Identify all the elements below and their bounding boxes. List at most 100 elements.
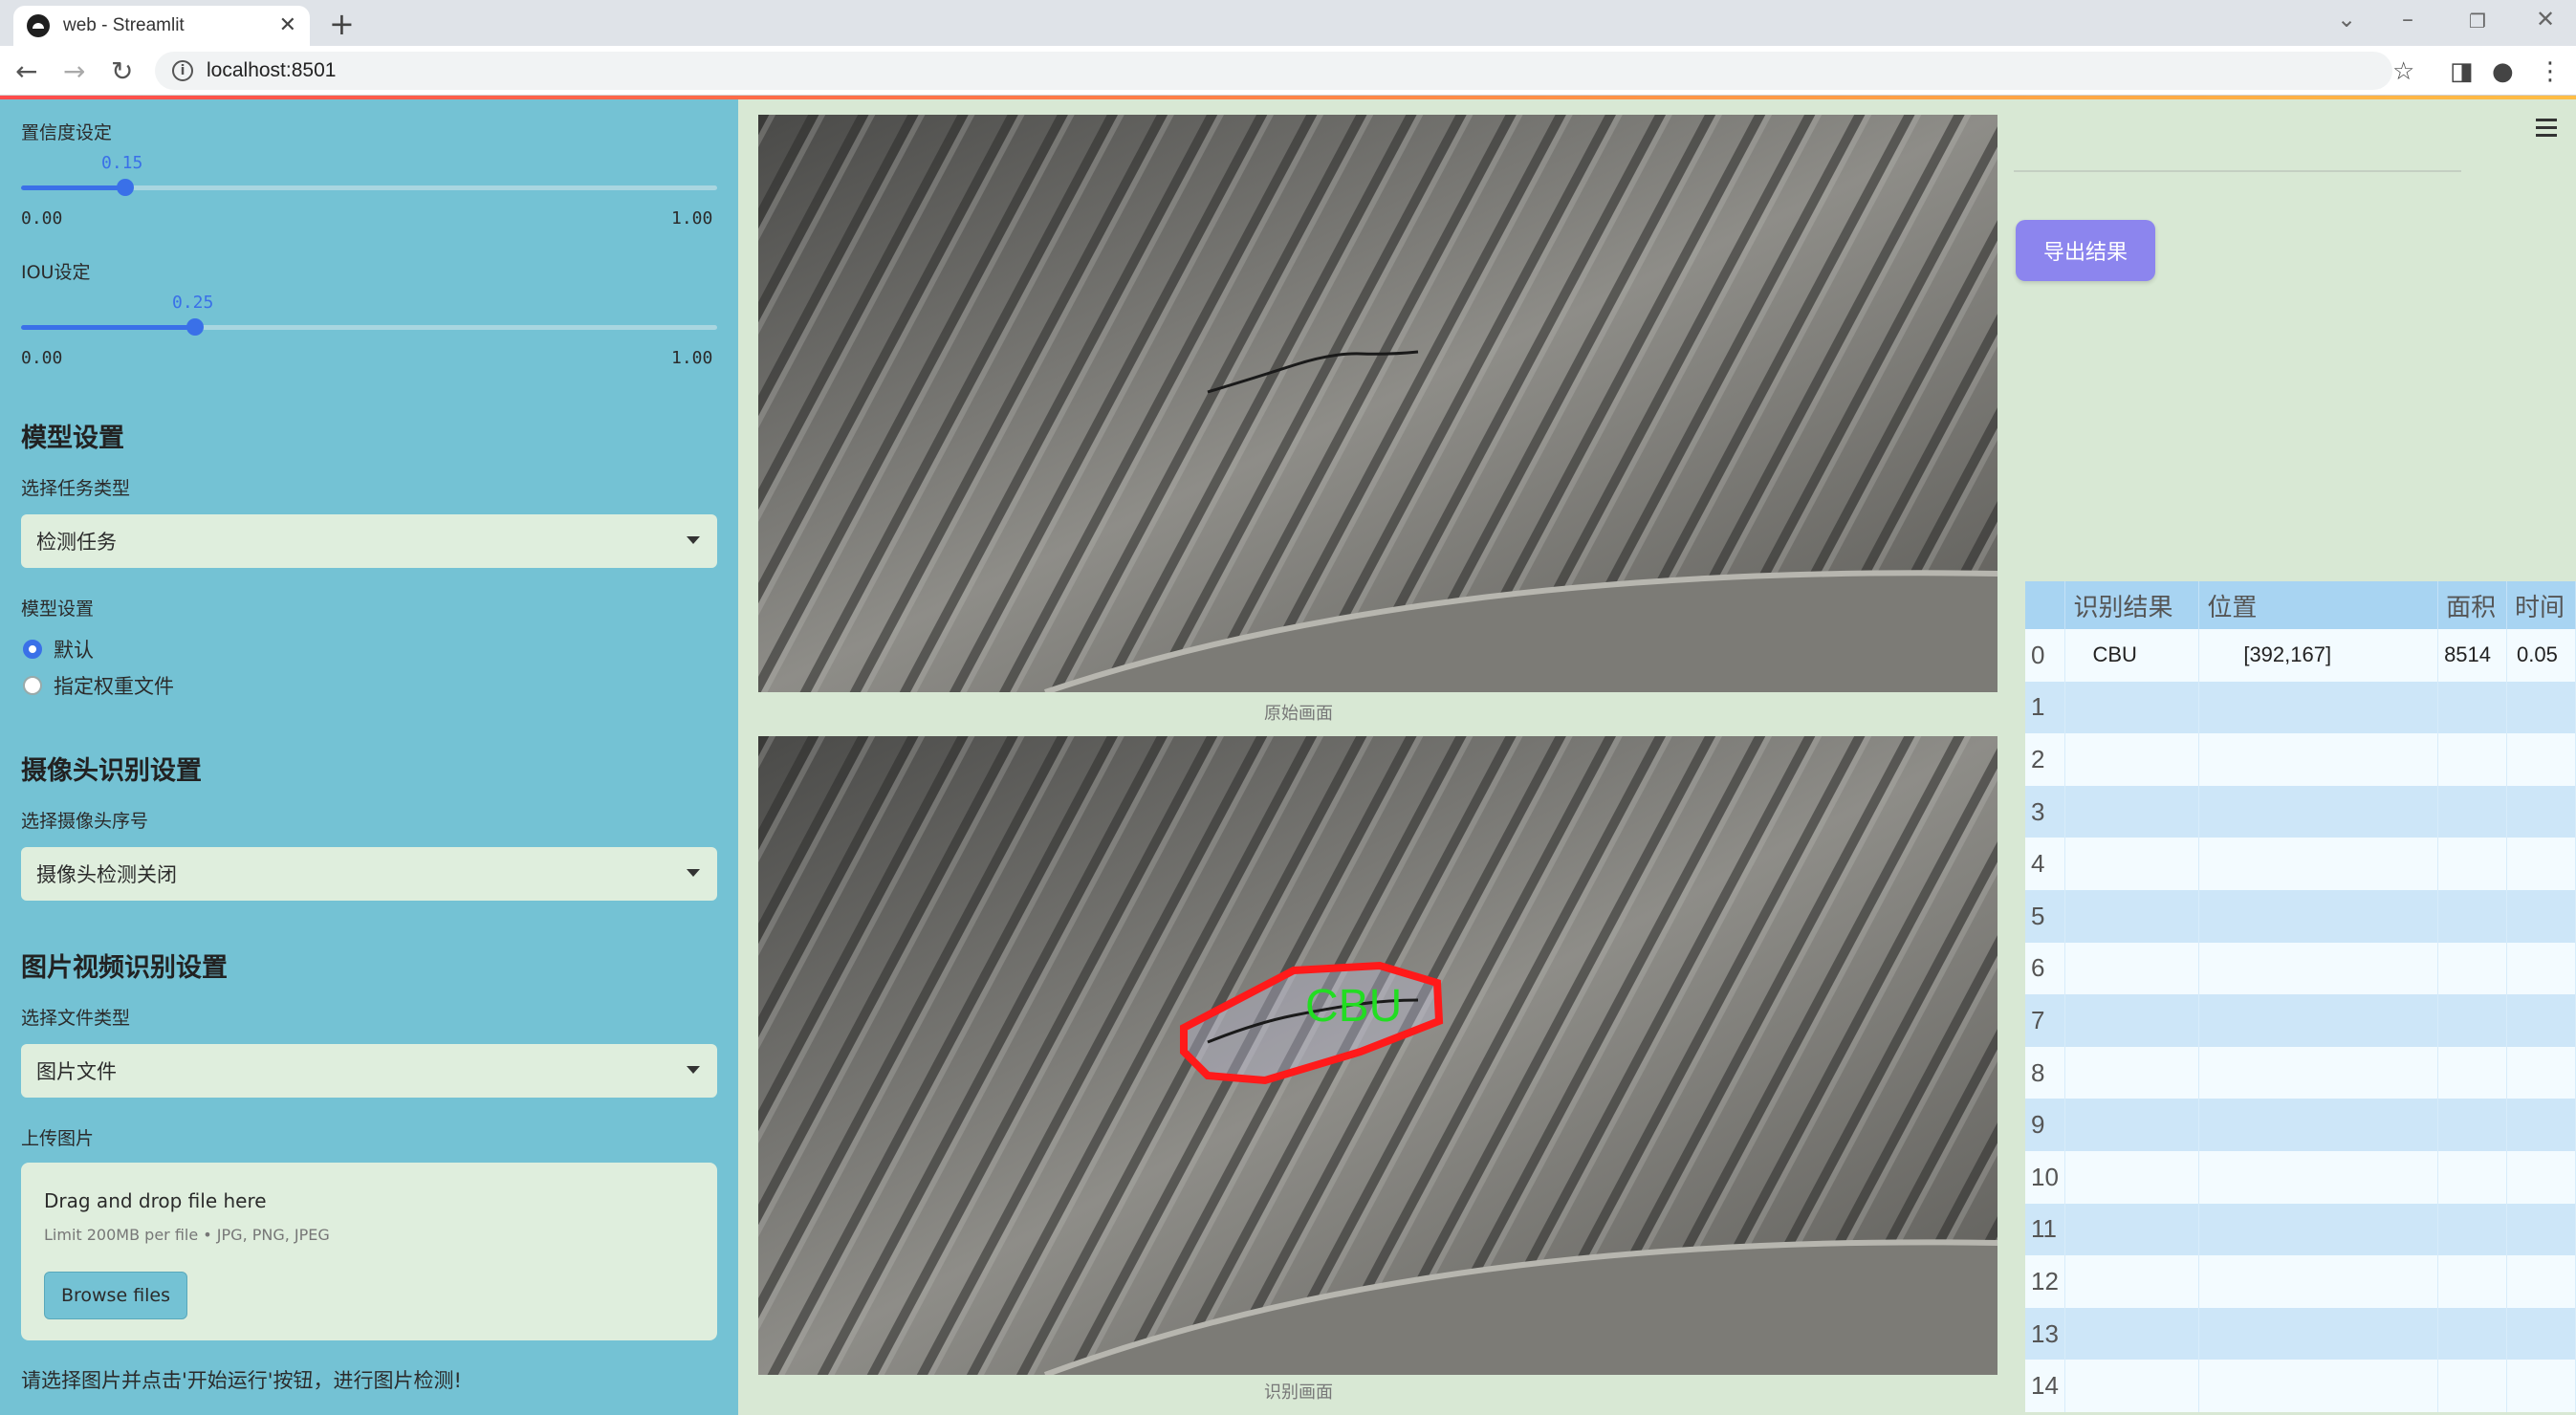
row-index: 7 bbox=[2025, 994, 2066, 1047]
back-icon[interactable]: ← bbox=[15, 55, 37, 87]
browser-tab[interactable]: web - Streamlit ✕ bbox=[13, 6, 310, 46]
forward-icon[interactable]: → bbox=[63, 55, 85, 87]
row-position: [392,167] bbox=[2198, 629, 2439, 682]
model-setting-label: 模型设置 bbox=[21, 599, 95, 620]
row-time bbox=[2506, 733, 2576, 786]
url-text: localhost:8501 bbox=[207, 59, 337, 81]
table-row[interactable]: 6 bbox=[2025, 942, 2576, 995]
row-area bbox=[2437, 733, 2508, 786]
row-result bbox=[2064, 889, 2200, 943]
task-type-select[interactable]: 检测任务 bbox=[21, 514, 717, 568]
chevron-down-icon[interactable]: ⌄ bbox=[2337, 6, 2356, 33]
star-icon[interactable]: ☆ bbox=[2392, 57, 2414, 86]
row-position bbox=[2198, 785, 2439, 838]
camera-select-label: 选择摄像头序号 bbox=[21, 811, 149, 832]
export-results-button[interactable]: 导出结果 bbox=[2016, 220, 2155, 281]
table-row[interactable]: 12 bbox=[2025, 1255, 2576, 1308]
chevron-down-icon bbox=[687, 536, 700, 544]
table-row[interactable]: 8 bbox=[2025, 1046, 2576, 1099]
row-area bbox=[2437, 994, 2508, 1047]
col-area-header[interactable]: 面积 bbox=[2437, 581, 2508, 629]
sidepanel-icon[interactable]: ◨ bbox=[2450, 57, 2474, 86]
table-row[interactable]: 0 CBU [392,167] 8514 0.05 bbox=[2025, 629, 2576, 682]
streamlit-favicon bbox=[27, 14, 50, 37]
table-row[interactable]: 14 bbox=[2025, 1360, 2576, 1412]
file-type-select[interactable]: 图片文件 bbox=[21, 1044, 717, 1098]
confidence-value: 0.15 bbox=[101, 153, 143, 173]
confidence-label: 置信度设定 bbox=[21, 122, 113, 143]
info-icon[interactable]: i bbox=[172, 60, 193, 81]
table-row[interactable]: 7 bbox=[2025, 994, 2576, 1047]
iou-slider-fill bbox=[21, 325, 195, 330]
table-row[interactable]: 3 bbox=[2025, 785, 2576, 838]
radio-weight-file-dot[interactable] bbox=[23, 676, 42, 695]
close-icon[interactable]: ✕ bbox=[279, 13, 296, 37]
row-area bbox=[2437, 889, 2508, 943]
col-result-header[interactable]: 识别结果 bbox=[2064, 581, 2200, 629]
restore-icon[interactable]: ❐ bbox=[2469, 10, 2486, 33]
row-time: 0.05 bbox=[2506, 629, 2576, 682]
table-header-row: 识别结果 位置 面积 时间 bbox=[2025, 581, 2576, 629]
table-row[interactable]: 13 bbox=[2025, 1307, 2576, 1361]
table-row[interactable]: 9 bbox=[2025, 1099, 2576, 1151]
hamburger-menu-icon[interactable] bbox=[2536, 119, 2557, 142]
camera-section-title: 摄像头识别设置 bbox=[21, 756, 202, 786]
profile-icon[interactable]: ● bbox=[2492, 57, 2514, 86]
divider bbox=[2014, 170, 2461, 172]
reload-icon[interactable]: ↻ bbox=[111, 55, 133, 87]
col-index-header bbox=[2025, 581, 2066, 629]
table-row[interactable]: 11 bbox=[2025, 1203, 2576, 1256]
iou-value: 0.25 bbox=[172, 293, 214, 313]
row-position bbox=[2198, 733, 2439, 786]
url-field[interactable]: i localhost:8501 bbox=[155, 52, 2392, 90]
col-position-header[interactable]: 位置 bbox=[2198, 581, 2439, 629]
radio-weight-file[interactable]: 指定权重文件 bbox=[23, 671, 174, 700]
row-time bbox=[2506, 681, 2576, 734]
iou-slider[interactable] bbox=[21, 318, 717, 336]
sidebar: 置信度设定 0.15 0.00 1.00 IOU设定 0.25 0.00 1.0… bbox=[0, 99, 738, 1415]
original-image bbox=[758, 115, 1997, 692]
plus-icon[interactable]: + bbox=[329, 6, 355, 42]
row-area bbox=[2437, 1307, 2508, 1361]
row-index: 5 bbox=[2025, 889, 2066, 943]
minimize-icon[interactable]: – bbox=[2402, 6, 2413, 33]
row-time bbox=[2506, 994, 2576, 1047]
row-area bbox=[2437, 1360, 2508, 1412]
table-row[interactable]: 10 bbox=[2025, 1150, 2576, 1204]
original-caption: 原始画面 bbox=[1264, 704, 1333, 724]
row-index: 8 bbox=[2025, 1046, 2066, 1099]
row-result bbox=[2064, 994, 2200, 1047]
row-area bbox=[2437, 942, 2508, 995]
row-result bbox=[2064, 681, 2200, 734]
confidence-min: 0.00 bbox=[21, 208, 63, 229]
radio-default[interactable]: 默认 bbox=[23, 635, 94, 664]
task-type-value: 检测任务 bbox=[36, 531, 117, 554]
row-area: 8514 bbox=[2437, 629, 2508, 682]
col-time-header[interactable]: 时间 bbox=[2506, 581, 2576, 629]
window-close-icon[interactable]: ✕ bbox=[2536, 6, 2555, 33]
row-position bbox=[2198, 1099, 2439, 1151]
file-type-value: 图片文件 bbox=[36, 1060, 117, 1083]
upload-drag-text: Drag and drop file here bbox=[44, 1189, 267, 1212]
browse-files-button[interactable]: Browse files bbox=[44, 1272, 187, 1319]
address-bar: ← → ↻ i localhost:8501 ☆ ◨ ● ⋮ bbox=[0, 46, 2576, 96]
row-index: 10 bbox=[2025, 1150, 2066, 1204]
row-position bbox=[2198, 889, 2439, 943]
radio-default-dot[interactable] bbox=[23, 640, 42, 659]
table-row[interactable]: 4 bbox=[2025, 838, 2576, 890]
table-row[interactable]: 1 bbox=[2025, 681, 2576, 734]
table-row[interactable]: 5 bbox=[2025, 889, 2576, 943]
row-result bbox=[2064, 1203, 2200, 1256]
kebab-menu-icon[interactable]: ⋮ bbox=[2538, 57, 2563, 86]
confidence-slider[interactable] bbox=[21, 179, 717, 196]
table-row[interactable]: 2 bbox=[2025, 733, 2576, 786]
iou-slider-thumb[interactable] bbox=[186, 318, 204, 336]
row-position bbox=[2198, 942, 2439, 995]
row-index: 6 bbox=[2025, 942, 2066, 995]
row-index: 0 bbox=[2025, 629, 2066, 682]
row-time bbox=[2506, 1046, 2576, 1099]
camera-select[interactable]: 摄像头检测关闭 bbox=[21, 847, 717, 901]
confidence-slider-thumb[interactable] bbox=[117, 179, 134, 196]
media-section-title: 图片视频识别设置 bbox=[21, 953, 228, 983]
file-uploader-dropzone[interactable]: Drag and drop file here Limit 200MB per … bbox=[21, 1163, 717, 1340]
